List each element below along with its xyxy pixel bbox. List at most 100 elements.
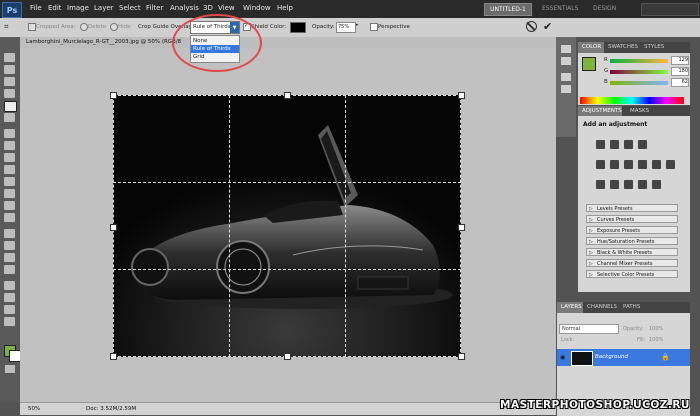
3d-rotate-tool-icon[interactable] bbox=[4, 281, 15, 290]
hide-radio[interactable] bbox=[110, 23, 118, 31]
crop-handle-t[interactable] bbox=[284, 92, 291, 99]
b-value[interactable]: 62 bbox=[671, 78, 689, 87]
history-panel-icon[interactable] bbox=[561, 45, 571, 53]
preset-black-white[interactable]: Black & White Presets bbox=[586, 248, 678, 257]
r-slider[interactable] bbox=[610, 59, 668, 63]
r-value[interactable]: 129 bbox=[671, 56, 689, 65]
eraser-tool-icon[interactable] bbox=[4, 177, 15, 186]
workspace-essentials[interactable]: ESSENTIALS bbox=[542, 5, 578, 12]
blend-mode-select[interactable]: Normal bbox=[559, 324, 619, 334]
cancel-icon[interactable] bbox=[526, 21, 537, 32]
eye-icon[interactable]: ◉ bbox=[560, 354, 565, 361]
tab-masks[interactable]: MASKS bbox=[630, 108, 649, 114]
menu-analysis[interactable]: Analysis bbox=[170, 4, 199, 12]
crop-handle-b[interactable] bbox=[284, 353, 291, 360]
brush-tool-icon[interactable] bbox=[4, 141, 15, 150]
menu-edit[interactable]: Edit bbox=[48, 4, 62, 12]
actions-panel-icon[interactable] bbox=[561, 57, 571, 65]
exposure-icon[interactable] bbox=[638, 140, 647, 149]
lasso-tool-icon[interactable] bbox=[4, 77, 15, 86]
zoom-tool-icon[interactable] bbox=[4, 317, 15, 326]
healing-brush-tool-icon[interactable] bbox=[4, 129, 15, 138]
crop-handle-br[interactable] bbox=[458, 353, 465, 360]
hand-tool-icon[interactable] bbox=[4, 305, 15, 314]
pen-tool-icon[interactable] bbox=[4, 229, 15, 238]
quick-mask-icon[interactable] bbox=[5, 365, 15, 373]
curves-icon[interactable] bbox=[624, 140, 633, 149]
3d-orbit-tool-icon[interactable] bbox=[4, 293, 15, 302]
menu-window[interactable]: Window bbox=[243, 4, 271, 12]
commit-check-icon[interactable]: ✔ bbox=[543, 20, 552, 33]
shape-tool-icon[interactable] bbox=[4, 265, 15, 274]
menu-file[interactable]: File bbox=[30, 4, 42, 12]
marquee-tool-icon[interactable] bbox=[4, 65, 15, 74]
brightness-contrast-icon[interactable] bbox=[596, 140, 605, 149]
hue-saturation-icon[interactable] bbox=[610, 160, 619, 169]
document-tab[interactable]: Lamborghini_Murcielago_R-GT__2003.jpg @ … bbox=[20, 37, 556, 48]
cropped-area-radio[interactable] bbox=[28, 23, 36, 31]
tab-paths[interactable]: PATHS bbox=[623, 304, 640, 310]
crop-canvas-image[interactable] bbox=[113, 95, 461, 357]
chevron-right-icon[interactable]: ▸ bbox=[356, 22, 363, 31]
menu-view[interactable]: View bbox=[218, 4, 235, 12]
layer-opacity-value[interactable]: 100% bbox=[649, 326, 663, 332]
preset-curves[interactable]: Curves Presets bbox=[586, 215, 678, 224]
zoom-level[interactable]: 50% bbox=[28, 406, 40, 412]
eyedropper-tool-icon[interactable] bbox=[4, 113, 15, 122]
tab-channels[interactable]: CHANNELS bbox=[587, 304, 617, 310]
crop-tool-icon[interactable] bbox=[4, 101, 17, 112]
move-tool-icon[interactable] bbox=[4, 53, 15, 62]
layer-row-background[interactable]: ◉ Background 🔒 bbox=[557, 349, 690, 366]
fg-swatch[interactable] bbox=[582, 57, 596, 71]
search-input[interactable] bbox=[641, 3, 699, 16]
crop-handle-tr[interactable] bbox=[458, 92, 465, 99]
vibrance-icon[interactable] bbox=[596, 160, 605, 169]
gradient-map-icon[interactable] bbox=[638, 180, 647, 189]
menu-select[interactable]: Select bbox=[119, 4, 141, 12]
workspace-design[interactable]: DESIGN bbox=[593, 5, 616, 12]
opacity-field[interactable]: 75% bbox=[336, 22, 356, 33]
type-tool-icon[interactable] bbox=[4, 241, 15, 250]
crop-handle-bl[interactable] bbox=[110, 353, 117, 360]
paragraph-panel-icon[interactable] bbox=[561, 85, 571, 93]
photo-filter-icon[interactable] bbox=[652, 160, 661, 169]
gradient-tool-icon[interactable] bbox=[4, 189, 15, 198]
selective-color-icon[interactable] bbox=[652, 180, 661, 189]
preset-levels[interactable]: Levels Presets bbox=[586, 204, 678, 213]
tab-styles[interactable]: STYLES bbox=[644, 44, 664, 50]
history-brush-tool-icon[interactable] bbox=[4, 165, 15, 174]
menu-image[interactable]: Image bbox=[67, 4, 89, 12]
tab-swatches[interactable]: SWATCHES bbox=[608, 44, 638, 50]
preset-exposure[interactable]: Exposure Presets bbox=[586, 226, 678, 235]
invert-icon[interactable] bbox=[596, 180, 605, 189]
delete-radio[interactable] bbox=[80, 23, 88, 31]
menu-filter[interactable]: Filter bbox=[146, 4, 163, 12]
menu-help[interactable]: Help bbox=[277, 4, 293, 12]
perspective-checkbox[interactable] bbox=[370, 23, 378, 31]
crop-handle-tl[interactable] bbox=[110, 92, 117, 99]
menu-3d[interactable]: 3D bbox=[203, 4, 213, 12]
crop-handle-r[interactable] bbox=[458, 224, 465, 231]
tab-color[interactable]: COLOR bbox=[582, 44, 601, 50]
color-spectrum-bar[interactable] bbox=[580, 97, 684, 104]
preset-hue-saturation[interactable]: Hue/Saturation Presets bbox=[586, 237, 678, 246]
levels-icon[interactable] bbox=[610, 140, 619, 149]
tab-adjustments[interactable]: ADJUSTMENTS bbox=[582, 108, 622, 114]
g-value[interactable]: 180 bbox=[671, 67, 689, 76]
color-balance-icon[interactable] bbox=[624, 160, 633, 169]
preset-channel-mixer[interactable]: Channel Mixer Presets bbox=[586, 259, 678, 268]
preset-selective-color[interactable]: Selective Color Presets bbox=[586, 270, 678, 279]
dodge-tool-icon[interactable] bbox=[4, 213, 15, 222]
threshold-icon[interactable] bbox=[624, 180, 633, 189]
character-panel-icon[interactable] bbox=[561, 73, 571, 81]
fill-value[interactable]: 100% bbox=[649, 337, 663, 343]
workspace-untitled[interactable]: UNTITLED-1 bbox=[484, 3, 532, 16]
clone-stamp-tool-icon[interactable] bbox=[4, 153, 15, 162]
path-select-tool-icon[interactable] bbox=[4, 253, 15, 262]
g-slider[interactable] bbox=[610, 70, 668, 74]
shield-color-swatch[interactable] bbox=[290, 22, 306, 33]
blur-tool-icon[interactable] bbox=[4, 201, 15, 210]
quick-select-tool-icon[interactable] bbox=[4, 89, 15, 98]
menu-layer[interactable]: Layer bbox=[94, 4, 114, 12]
channel-mixer-icon[interactable] bbox=[666, 160, 675, 169]
